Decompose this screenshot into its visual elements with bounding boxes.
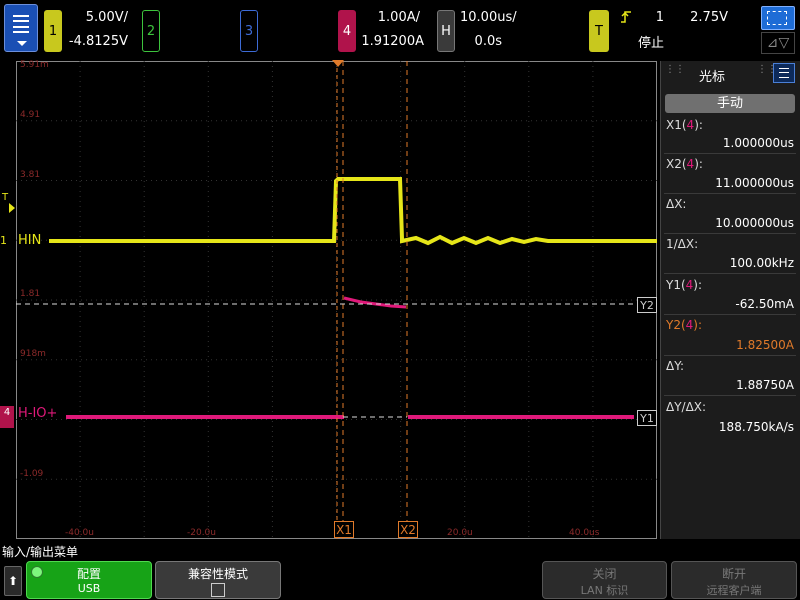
ch1-scale: 5.00V/ xyxy=(85,10,128,25)
y2-value: 1.82500A xyxy=(736,338,794,352)
ch1-label: HIN xyxy=(18,233,42,248)
trigger-level-marker[interactable]: T xyxy=(2,192,8,203)
y1-value: -62.50mA xyxy=(735,297,794,311)
y1-cursor-tag[interactable]: Y1 xyxy=(637,410,657,426)
zoom-select-icon[interactable] xyxy=(761,6,795,30)
volt-label: 918m xyxy=(20,349,46,359)
config-value: USB xyxy=(77,582,101,595)
x1-label: X1(4): xyxy=(666,118,703,132)
channel-2-key[interactable]: 2 xyxy=(142,10,160,52)
graticule-and-traces xyxy=(16,61,657,539)
menu-icon xyxy=(13,15,29,33)
x1-value: 1.000000us xyxy=(722,136,794,150)
menu-title: 输入/输出菜单 xyxy=(2,545,79,559)
x2-cursor-tag[interactable]: X2 xyxy=(398,521,418,538)
cursor-mode-button[interactable]: 手动 xyxy=(665,94,795,113)
time-label: -40.0u xyxy=(65,528,94,538)
chevron-down-icon xyxy=(17,41,27,46)
ch1-trace xyxy=(49,177,657,246)
y1-label: Y1(4): xyxy=(666,278,703,292)
acquisition-status: 停止 xyxy=(638,36,665,51)
selected-indicator-icon xyxy=(31,566,43,578)
time-label: 20.0u xyxy=(447,528,473,538)
inv-dx-label: 1/ΔX: xyxy=(666,237,699,251)
dx-value: 10.000000us xyxy=(715,216,794,230)
dy-value: 1.88750A xyxy=(736,378,794,392)
trigger-key[interactable]: T xyxy=(589,10,609,52)
lan-label-1: 关闭 xyxy=(592,567,617,581)
menu-up-button[interactable]: ⬆ xyxy=(4,566,22,596)
compat-mode-softkey[interactable]: 兼容性模式 xyxy=(155,561,281,599)
trigger-source: 1 xyxy=(655,10,664,25)
volt-label: 3.81 xyxy=(20,170,41,180)
ch4-ground-marker[interactable]: 4 xyxy=(0,406,14,428)
ch4-label: H-IO+ xyxy=(18,406,58,421)
sidebar-list-icon[interactable] xyxy=(773,63,795,83)
dx-label: ΔX: xyxy=(666,197,687,211)
compat-label: 兼容性模式 xyxy=(187,567,248,581)
lan-identify-softkey[interactable]: 关闭 LAN 标识 xyxy=(542,561,667,599)
x2-value: 11.000000us xyxy=(715,176,794,190)
volt-label: 5.91m xyxy=(20,60,49,70)
horizontal-scale: 10.00us/ xyxy=(460,10,517,25)
waveform-display[interactable]: 5.91m 4.91 3.81 1.81 918m -1.09 -40.0u -… xyxy=(16,60,657,539)
inv-dx-value: 100.00kHz xyxy=(729,256,794,270)
main-menu-button[interactable] xyxy=(4,4,38,52)
dydx-label: ΔY/ΔX: xyxy=(666,400,707,414)
dydx-value: 188.750kA/s xyxy=(718,420,794,434)
y2-cursor-tag[interactable]: Y2 xyxy=(637,297,657,313)
config-softkey[interactable]: 配置 USB xyxy=(26,561,152,599)
ch4-trace-pulse xyxy=(343,296,407,309)
time-label: -20.0u xyxy=(187,528,216,538)
trigger-position-marker[interactable] xyxy=(332,60,344,67)
remote-label-1: 断开 xyxy=(721,567,746,581)
disconnect-remote-softkey[interactable]: 断开 远程客户端 xyxy=(671,561,797,599)
top-status-bar: 1 5.00V/ -4.8125V 2 3 4 1.00A/ 1.91200A … xyxy=(0,0,800,58)
horizontal-delay: 0.0s xyxy=(474,34,502,49)
sidebar-title: 光标 xyxy=(699,70,726,85)
rising-edge-icon xyxy=(621,11,631,23)
ch1-offset: -4.8125V xyxy=(68,34,128,49)
compat-checkbox[interactable] xyxy=(211,583,225,597)
ch4-offset: 1.91200A xyxy=(361,34,424,49)
y2-label: Y2(4): xyxy=(666,318,703,332)
trigger-level: 2.75V xyxy=(690,10,728,25)
trigger-level-arrow xyxy=(9,203,15,213)
volt-label: 1.81 xyxy=(20,289,41,299)
config-label: 配置 xyxy=(76,567,101,581)
grip-icon: ⋮⋮ xyxy=(665,64,685,75)
delta-measure-icon[interactable]: ⊿▽ xyxy=(761,32,795,54)
x1-cursor-tag[interactable]: X1 xyxy=(334,521,354,538)
ch1-ground-marker[interactable]: 1 xyxy=(0,234,14,248)
dy-label: ΔY: xyxy=(666,359,684,373)
ch4-scale: 1.00A/ xyxy=(377,10,420,25)
volt-label: 4.91 xyxy=(20,110,41,120)
volt-label: -1.09 xyxy=(20,469,44,479)
remote-label-2: 远程客户端 xyxy=(706,584,762,597)
channel-4-key[interactable]: 4 xyxy=(338,10,356,52)
channel-3-key[interactable]: 3 xyxy=(240,10,258,52)
time-label: 40.0us xyxy=(569,528,600,538)
x2-label: X2(4): xyxy=(666,157,703,171)
horizontal-key[interactable]: H xyxy=(437,10,455,52)
lan-label-2: LAN 标识 xyxy=(580,584,629,597)
